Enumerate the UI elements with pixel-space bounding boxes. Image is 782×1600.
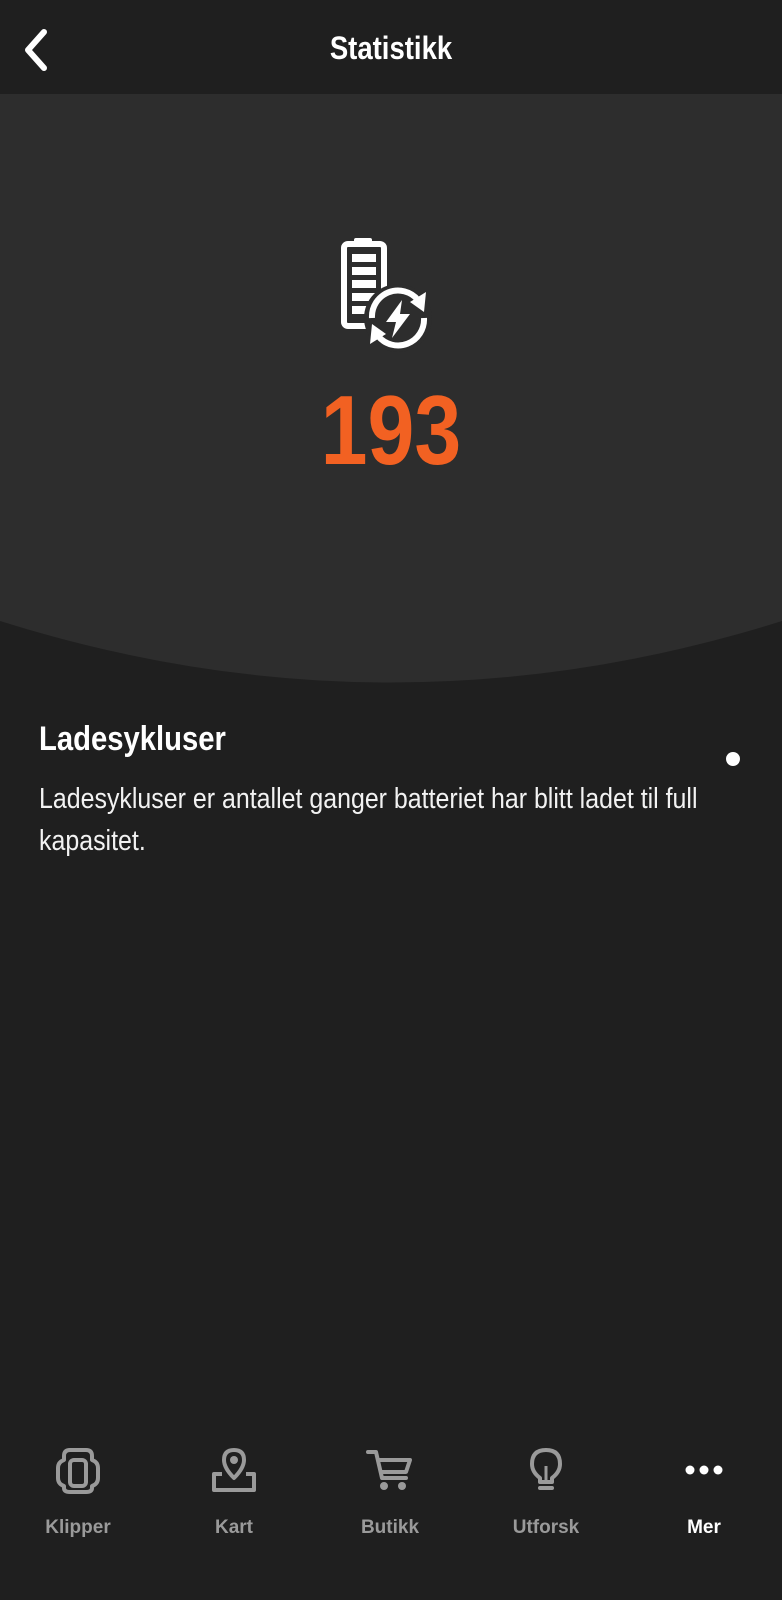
- tab-label: Kart: [214, 1517, 253, 1538]
- info-description: Ladesykluser er antallet ganger batterie…: [39, 783, 698, 857]
- more-dots-icon: [685, 1465, 723, 1475]
- top-app-bar: Statistikk: [0, 0, 782, 94]
- battery-charge-cycle-icon: [341, 238, 432, 352]
- tab-label: Butikk: [360, 1517, 420, 1538]
- tab-kart[interactable]: Kart: [156, 1420, 312, 1540]
- tab-utforsk[interactable]: Utforsk: [468, 1420, 624, 1540]
- mower-icon: [56, 1448, 100, 1494]
- chevron-left-icon: [25, 29, 47, 71]
- cart-icon: [366, 1450, 412, 1490]
- bottom-tab-bar: Klipper Kart Butikk Utforsk Mer: [0, 1420, 782, 1600]
- tab-label: Mer: [687, 1517, 721, 1538]
- map-pin-icon: [212, 1448, 256, 1492]
- info-title: Ladesykluser: [39, 720, 226, 758]
- lightbulb-icon: [530, 1448, 562, 1490]
- tab-mer[interactable]: Mer: [626, 1420, 782, 1540]
- tab-label: Utforsk: [512, 1517, 580, 1538]
- page-indicator-dot: [726, 752, 740, 766]
- page-title: Statistikk: [329, 30, 453, 66]
- tab-butikk[interactable]: Butikk: [312, 1420, 468, 1540]
- tab-klipper[interactable]: Klipper: [0, 1420, 156, 1540]
- tab-label: Klipper: [45, 1517, 111, 1538]
- charge-cycle-count: 193: [320, 375, 462, 485]
- back-button[interactable]: [10, 22, 60, 78]
